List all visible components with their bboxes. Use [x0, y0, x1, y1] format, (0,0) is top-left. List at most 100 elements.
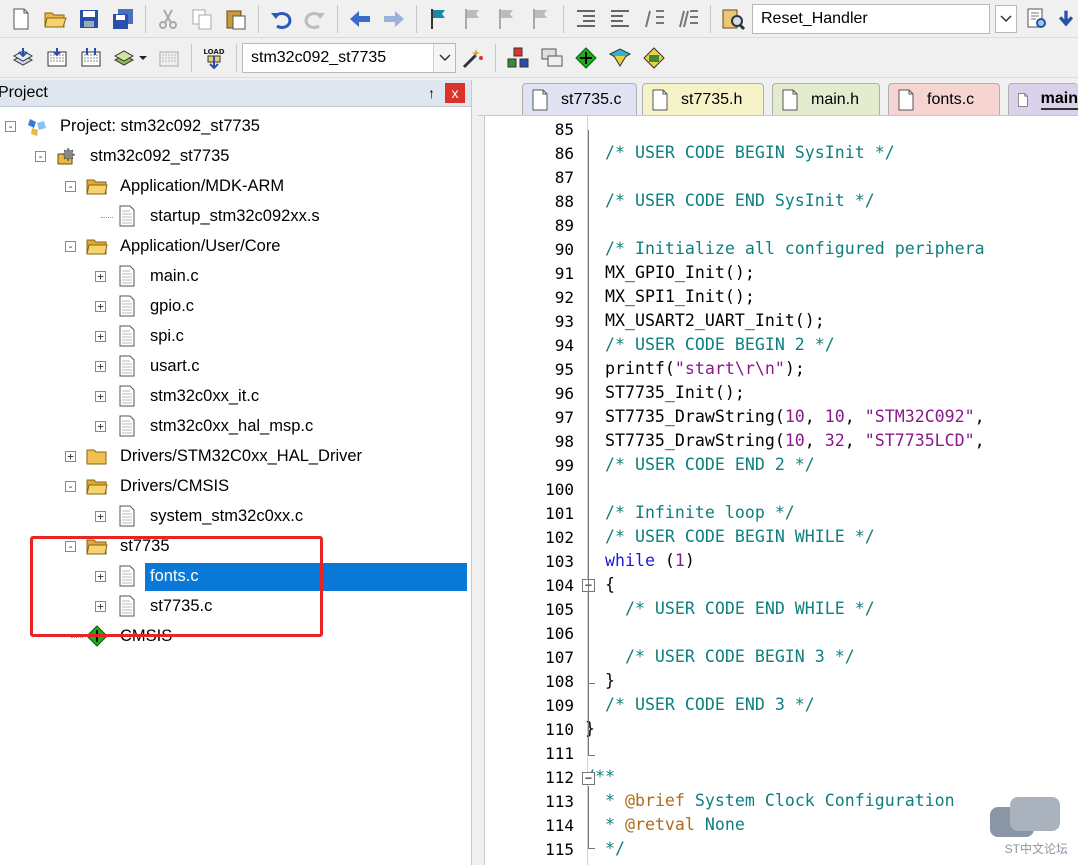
new-file-button[interactable]: [6, 4, 36, 34]
code-line[interactable]: * @retval None: [585, 815, 745, 834]
translate-button[interactable]: [8, 43, 38, 73]
tree-item[interactable]: - Application/MDK-ARM: [0, 172, 467, 202]
tree-item[interactable]: - Drivers/CMSIS: [0, 472, 467, 502]
code-line[interactable]: MX_USART2_UART_Init();: [585, 311, 825, 330]
copy-button[interactable]: [187, 4, 217, 34]
tree-item[interactable]: + main.c: [0, 262, 467, 292]
expand-toggle[interactable]: +: [95, 271, 106, 282]
expand-toggle[interactable]: +: [95, 361, 106, 372]
target-select-dropdown[interactable]: [433, 43, 455, 72]
expand-toggle[interactable]: +: [95, 301, 106, 312]
code-token: "ST7735LCD": [864, 431, 975, 450]
code-line[interactable]: /* Infinite loop */: [585, 503, 795, 522]
stop-build-button[interactable]: [154, 43, 184, 73]
tree-item[interactable]: - Project: stm32c092_st7735: [0, 112, 467, 142]
code-line[interactable]: /* Initialize all configured periphera: [585, 239, 985, 258]
tree-item[interactable]: - stm32c092_st7735: [0, 142, 467, 172]
expand-toggle[interactable]: +: [95, 421, 106, 432]
pack-installer-button[interactable]: [605, 43, 635, 73]
code-line[interactable]: while (1): [585, 551, 695, 570]
tree-item[interactable]: + stm32c0xx_it.c: [0, 382, 467, 412]
expand-toggle[interactable]: +: [95, 331, 106, 342]
find-combo-dropdown[interactable]: [995, 4, 1017, 33]
code-line[interactable]: /* USER CODE END WHILE */: [585, 599, 875, 618]
prev-bookmark-button[interactable]: [458, 4, 488, 34]
code-editor[interactable]: 85 86 /* USER CODE BEGIN SysInit */ 87 88 /…: [484, 116, 1078, 865]
batch-build-button[interactable]: [110, 43, 150, 73]
code-line[interactable]: MX_GPIO_Init();: [585, 263, 755, 282]
code-line[interactable]: /* USER CODE END 3 */: [585, 695, 815, 714]
pin-icon[interactable]: ↑: [428, 85, 435, 101]
download-button[interactable]: LOAD: [199, 43, 229, 73]
navigate-back-button[interactable]: [345, 4, 375, 34]
build-button[interactable]: [42, 43, 72, 73]
editor-tab[interactable]: st7735.c: [522, 83, 637, 115]
manage-rte-button[interactable]: [571, 43, 601, 73]
code-line[interactable]: /* USER CODE BEGIN SysInit */: [585, 143, 895, 162]
manage-project-items-button[interactable]: [503, 43, 533, 73]
tree-item[interactable]: + system_stm32c0xx.c: [0, 502, 467, 532]
uncomment-button[interactable]: [673, 4, 703, 34]
cut-button[interactable]: [153, 4, 183, 34]
find-combo[interactable]: Reset_Handler: [752, 3, 1017, 34]
tree-item[interactable]: + usart.c: [0, 352, 467, 382]
editor-tab[interactable]: st7735.h: [642, 83, 764, 115]
code-line[interactable]: ST7735_Init();: [585, 383, 745, 402]
collapse-toggle[interactable]: -: [35, 151, 46, 162]
expand-toggle[interactable]: +: [65, 451, 76, 462]
redo-button[interactable]: [300, 4, 330, 34]
code-line[interactable]: }: [585, 671, 615, 690]
save-all-button[interactable]: [108, 4, 138, 34]
more-toolbar-button[interactable]: [1056, 4, 1076, 34]
code-line[interactable]: }: [585, 719, 595, 738]
unindent-button[interactable]: [605, 4, 635, 34]
code-line[interactable]: /* USER CODE END SysInit */: [585, 191, 875, 210]
rebuild-button[interactable]: [76, 43, 106, 73]
code-line[interactable]: * @brief System Clock Configuration: [585, 791, 955, 810]
code-line[interactable]: printf("start\r\n");: [585, 359, 805, 378]
collapse-toggle[interactable]: -: [65, 181, 76, 192]
tree-item[interactable]: - Application/User/Core: [0, 232, 467, 262]
next-bookmark-icon: [499, 8, 513, 29]
paste-button[interactable]: [221, 4, 251, 34]
software-packs-button[interactable]: [639, 43, 669, 73]
next-bookmark-button[interactable]: [492, 4, 522, 34]
code-line[interactable]: /* USER CODE BEGIN 3 */: [585, 647, 855, 666]
code-line[interactable]: /* USER CODE END 2 */: [585, 455, 815, 474]
editor-tab[interactable]: fonts.c: [888, 83, 1000, 115]
tree-item[interactable]: + gpio.c: [0, 292, 467, 322]
code-line[interactable]: ST7735_DrawString(10, 32, "ST7735LCD",: [585, 431, 985, 450]
find-in-files-button[interactable]: [718, 4, 748, 34]
open-file-button[interactable]: [40, 4, 70, 34]
tree-item[interactable]: + stm32c0xx_hal_msp.c: [0, 412, 467, 442]
clear-bookmarks-button[interactable]: [526, 4, 556, 34]
collapse-toggle[interactable]: -: [5, 121, 16, 132]
indent-button[interactable]: [571, 4, 601, 34]
tree-item[interactable]: + Drivers/STM32C0xx_HAL_Driver: [0, 442, 467, 472]
editor-tab[interactable]: main: [1008, 83, 1078, 115]
save-button[interactable]: [74, 4, 104, 34]
insert-bookmark-button[interactable]: [424, 4, 454, 34]
navigate-forward-button[interactable]: [379, 4, 409, 34]
code-line[interactable]: /* USER CODE BEGIN 2 */: [585, 335, 835, 354]
tree-item[interactable]: startup_stm32c092xx.s: [0, 202, 467, 232]
tree-item[interactable]: + spi.c: [0, 322, 467, 352]
code-line[interactable]: /* USER CODE BEGIN WHILE */: [585, 527, 875, 546]
target-options-button[interactable]: [458, 43, 488, 73]
code-line[interactable]: MX_SPI1_Init();: [585, 287, 755, 306]
editor-tab[interactable]: main.h: [772, 83, 880, 115]
code-line[interactable]: ST7735_DrawString(10, 10, "STM32C092",: [585, 407, 985, 426]
collapse-toggle[interactable]: -: [65, 481, 76, 492]
line-number: 87: [554, 168, 574, 187]
comment-button[interactable]: [639, 4, 669, 34]
target-select[interactable]: stm32c092_st7735: [242, 42, 456, 73]
collapse-toggle[interactable]: -: [65, 241, 76, 252]
fold-toggle-112[interactable]: −: [582, 772, 595, 785]
file-icon: [652, 89, 668, 110]
search-document-button[interactable]: [1022, 4, 1052, 34]
expand-toggle[interactable]: +: [95, 391, 106, 402]
close-panel-button[interactable]: x: [445, 83, 465, 103]
undo-button[interactable]: [266, 4, 296, 34]
select-packs-button[interactable]: [537, 43, 567, 73]
expand-toggle[interactable]: +: [95, 511, 106, 522]
